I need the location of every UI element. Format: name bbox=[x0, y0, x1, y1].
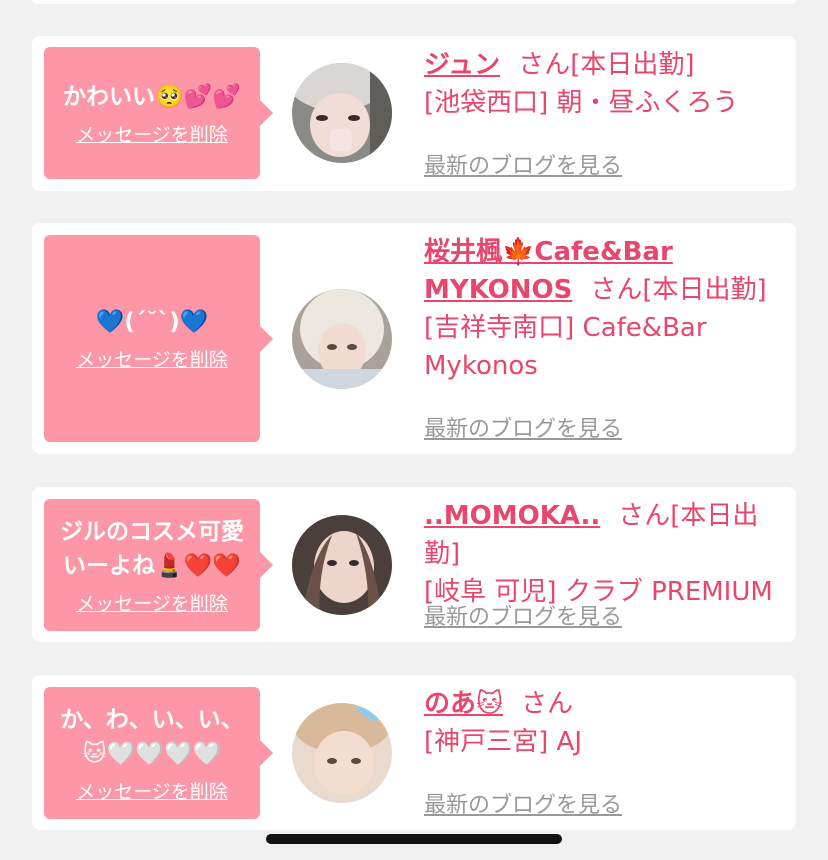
cast-info: ..MOMOKA.. さん[本日出勤] [岐阜 可児] クラブ PREMIUM bbox=[424, 497, 784, 611]
cast-suffix: さん bbox=[521, 689, 574, 719]
previous-card-edge bbox=[32, 0, 796, 4]
message-text: ジルのコスメ可愛いーよね💄❤️❤️ bbox=[60, 518, 244, 579]
message-bubble: か、わ、い、い、🐱🤍🤍🤍🤍 メッセージを削除 bbox=[44, 687, 273, 819]
message-card: かわいい🥺💕💕 メッセージを削除 ジュン さん[本日出勤] [池袋西口] 朝・昼ふ… bbox=[32, 36, 796, 191]
message-card: 💙(ˊ˘ˋ)💙 メッセージを削除 桜井楓🍁Cafe&Bar MYKONOS さん[… bbox=[32, 223, 796, 454]
avatar[interactable] bbox=[292, 63, 392, 163]
latest-blog-link[interactable]: 最新のブログを見る bbox=[424, 411, 622, 443]
delete-message-link[interactable]: メッセージを削除 bbox=[76, 589, 228, 616]
message-bubble: かわいい🥺💕💕 メッセージを削除 bbox=[44, 47, 273, 179]
cast-info: 桜井楓🍁Cafe&Bar MYKONOS さん[本日出勤] [吉祥寺南口] Caf… bbox=[424, 233, 784, 385]
shop-info: [神戸三宮] AJ bbox=[424, 727, 583, 757]
latest-blog-link[interactable]: 最新のブログを見る bbox=[424, 787, 622, 819]
cast-suffix: さん[本日出勤] bbox=[518, 50, 695, 80]
cast-name-link[interactable]: ..MOMOKA.. bbox=[424, 501, 600, 531]
latest-blog-link[interactable]: 最新のブログを見る bbox=[424, 599, 622, 631]
cast-name-link[interactable]: ジュン bbox=[424, 50, 500, 80]
message-bubble: 💙(ˊ˘ˋ)💙 メッセージを削除 bbox=[44, 235, 273, 442]
delete-message-link[interactable]: メッセージを削除 bbox=[76, 120, 228, 147]
cast-info: ジュン さん[本日出勤] [池袋西口] 朝・昼ふくろう bbox=[424, 46, 784, 122]
cast-info: のあ🐱 さん [神戸三宮] AJ bbox=[424, 685, 784, 761]
message-card: ジルのコスメ可愛いーよね💄❤️❤️ メッセージを削除 ..MOMOKA.. さん[… bbox=[32, 487, 796, 642]
message-text: 💙(ˊ˘ˋ)💙 bbox=[95, 309, 209, 335]
message-text: か、わ、い、い、🐱🤍🤍🤍🤍 bbox=[60, 706, 244, 767]
cast-name-link[interactable]: のあ🐱 bbox=[424, 689, 503, 719]
shop-info: [池袋西口] 朝・昼ふくろう bbox=[424, 88, 739, 118]
message-bubble: ジルのコスメ可愛いーよね💄❤️❤️ メッセージを削除 bbox=[44, 499, 273, 631]
message-text: かわいい🥺💕💕 bbox=[63, 83, 241, 110]
latest-blog-link[interactable]: 最新のブログを見る bbox=[424, 148, 622, 180]
cast-suffix: さん[本日出勤] bbox=[590, 275, 767, 305]
avatar[interactable] bbox=[292, 289, 392, 389]
avatar[interactable] bbox=[292, 515, 392, 615]
shop-info: [吉祥寺南口] Cafe&Bar Mykonos bbox=[424, 313, 707, 381]
message-card: か、わ、い、い、🐱🤍🤍🤍🤍 メッセージを削除 のあ🐱 さん [神戸三宮] AJ 最… bbox=[32, 675, 796, 830]
home-indicator bbox=[266, 834, 562, 844]
avatar[interactable] bbox=[292, 703, 392, 803]
delete-message-link[interactable]: メッセージを削除 bbox=[76, 777, 228, 804]
delete-message-link[interactable]: メッセージを削除 bbox=[76, 345, 228, 372]
